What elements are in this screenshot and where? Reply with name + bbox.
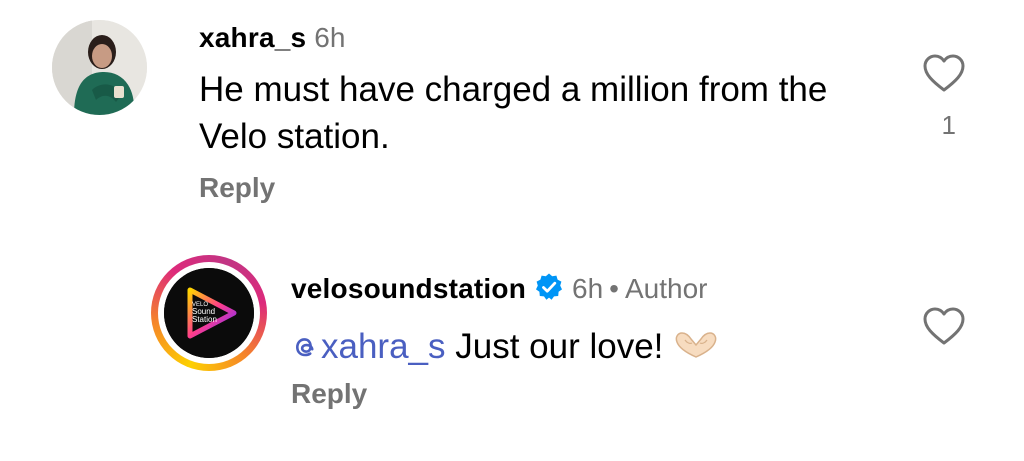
comment-reply-item: VELO Sound Station velosoundstation 6h • A… <box>0 230 1024 461</box>
verified-badge-icon <box>536 273 562 300</box>
author-label: Author <box>624 273 708 304</box>
avatar: VELO Sound Station <box>164 268 254 358</box>
timestamp: 6h <box>314 22 346 53</box>
story-ring[interactable]: VELO Sound Station <box>151 255 267 371</box>
heart-outline-icon[interactable] <box>922 53 966 93</box>
avatar[interactable] <box>52 20 147 115</box>
mention-link[interactable]: xahra_s <box>291 327 446 366</box>
separator-dot: • <box>609 273 619 304</box>
heart-outline-icon[interactable] <box>922 306 966 346</box>
comment-header: velosoundstation 6h • Author <box>291 272 707 306</box>
comment-body: Just our love! <box>445 327 664 366</box>
comment-text: He must have charged a million from the … <box>199 70 828 156</box>
threads-at-icon <box>295 338 314 357</box>
velo-logo-icon: VELO Sound Station <box>164 268 254 358</box>
username[interactable]: velosoundstation <box>291 273 526 304</box>
comment-header: xahra_s 6h <box>199 21 345 55</box>
logo-line-3: Station <box>192 315 217 324</box>
reply-button[interactable]: Reply <box>199 172 275 204</box>
heart-hands-emoji-icon <box>676 332 717 358</box>
timestamp: 6h <box>572 273 604 304</box>
mention-username: xahra_s <box>321 327 446 366</box>
comment-text: xahra_s Just our love! <box>291 323 719 370</box>
user-photo-avatar-icon <box>52 20 147 115</box>
comment-item: xahra_s 6h He must have charged a million… <box>0 0 1024 230</box>
username[interactable]: xahra_s <box>199 22 306 53</box>
like-count[interactable]: 1 <box>942 110 956 141</box>
reply-button[interactable]: Reply <box>291 378 367 410</box>
